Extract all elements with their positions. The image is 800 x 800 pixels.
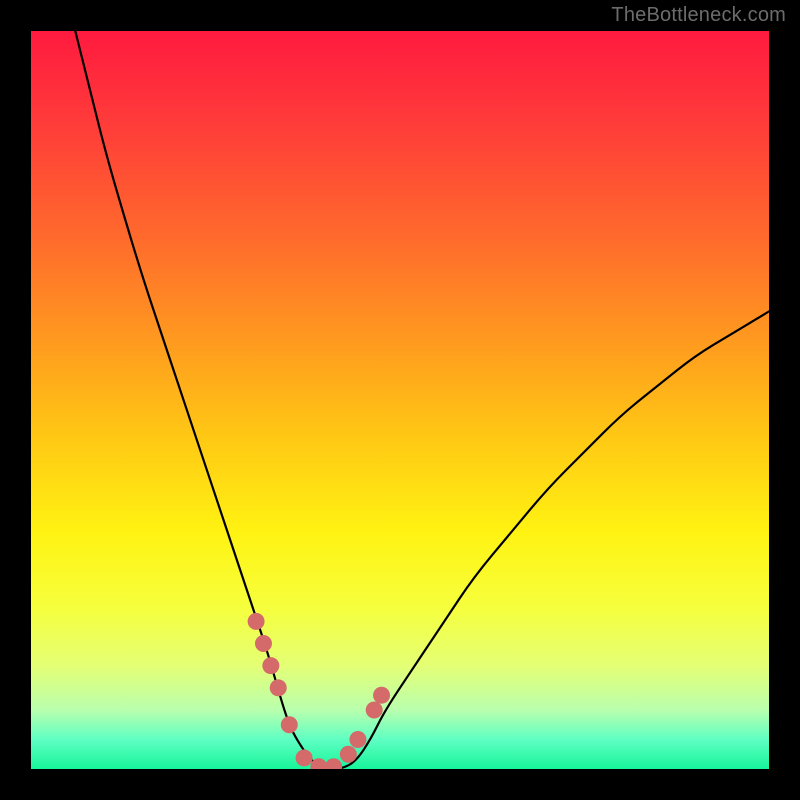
curve-marker bbox=[366, 701, 383, 718]
bottleneck-curve bbox=[75, 31, 769, 769]
attribution-text: TheBottleneck.com bbox=[611, 4, 786, 27]
curve-marker bbox=[248, 613, 265, 630]
curve-marker bbox=[340, 746, 357, 763]
curve-marker bbox=[349, 731, 366, 748]
curve-marker bbox=[270, 679, 287, 696]
curve-markers bbox=[248, 613, 390, 769]
curve-marker bbox=[373, 687, 390, 704]
curve-marker bbox=[296, 749, 313, 766]
plot-area bbox=[31, 31, 769, 769]
curve-marker bbox=[325, 758, 342, 769]
curve-layer bbox=[31, 31, 769, 769]
chart-frame: TheBottleneck.com bbox=[0, 0, 800, 800]
curve-marker bbox=[255, 635, 272, 652]
curve-marker bbox=[262, 657, 279, 674]
curve-marker bbox=[281, 716, 298, 733]
